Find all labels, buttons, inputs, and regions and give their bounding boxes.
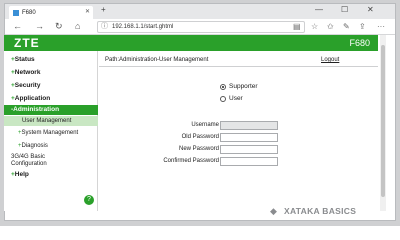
scrollbar-thumb[interactable] <box>381 45 385 197</box>
supporter-radio-label: Supporter <box>229 83 258 90</box>
tab-title: F680 <box>22 9 36 16</box>
new-password-field[interactable] <box>220 145 278 154</box>
minimize-icon[interactable]: — <box>315 5 323 14</box>
refresh-icon[interactable]: ↻ <box>55 21 63 32</box>
old-password-label: Old Password <box>181 134 219 140</box>
sidebar-subitem-label: Diagnosis <box>21 143 48 149</box>
sidebar-item-label: Status <box>14 56 35 63</box>
screenshot-frame: F680 ✕ + — ☐ ✕ ← → ↻ ⌂ ⓘ 192.168.1.1/sta… <box>0 0 400 226</box>
sidebar-item-network[interactable]: +Network <box>4 69 98 76</box>
breadcrumb: Path:Administration-User Management <box>105 57 209 63</box>
sidebar-subitem-system-management[interactable]: +System Management <box>4 130 98 136</box>
sidebar-item-status[interactable]: +Status <box>4 56 98 63</box>
more-icon[interactable]: ··· <box>377 22 385 31</box>
sidebar-item-label: Administration <box>13 106 60 113</box>
tab-favicon-icon <box>13 9 19 16</box>
sidebar-subitem-user-management[interactable]: User Management <box>4 116 98 126</box>
divider <box>99 66 378 67</box>
watermark: XATAKA BASICS <box>284 206 357 216</box>
sidebar-item-label: Application <box>14 95 51 102</box>
favorites-icon[interactable]: ✩ <box>327 22 334 31</box>
sidebar-item-application[interactable]: +Application <box>4 95 98 102</box>
sidebar-subitem-configuration[interactable]: Configuration <box>4 161 98 167</box>
username-field <box>220 121 278 130</box>
navigation-bar: ← → ↻ ⌂ ⓘ 192.168.1.1/start.ghtml ▤ ☆ ✩ … <box>5 19 395 35</box>
share-icon[interactable]: ⇪ <box>359 22 366 31</box>
back-icon[interactable]: ← <box>13 21 22 31</box>
sidebar-item-label: Security <box>14 82 41 89</box>
forward-icon[interactable]: → <box>35 21 44 31</box>
sidebar-subitem-3g4g-basic[interactable]: 3G/4G Basic <box>4 154 98 160</box>
model-name: F680 <box>349 38 370 48</box>
sidebar-subitem-label: User Management <box>22 118 72 124</box>
user-radio-label: User <box>229 95 243 102</box>
url-text: 192.168.1.1/start.ghtml <box>112 24 174 30</box>
vertical-scrollbar[interactable] <box>380 35 386 211</box>
address-bar[interactable]: ⓘ 192.168.1.1/start.ghtml <box>97 21 305 33</box>
notes-icon[interactable]: ✎ <box>343 22 350 31</box>
new-password-label: New Password <box>178 146 219 152</box>
sidebar-subitem-label: 3G/4G Basic <box>11 154 46 160</box>
sidebar-subitem-diagnosis[interactable]: +Diagnosis <box>4 143 98 149</box>
user-radio[interactable] <box>220 96 226 102</box>
help-icon[interactable]: ? <box>84 195 94 205</box>
confirm-password-label: Confirmed Password <box>163 158 219 164</box>
home-icon[interactable]: ⌂ <box>75 21 80 31</box>
new-tab-icon[interactable]: + <box>101 5 106 14</box>
sidebar-subitem-label: Configuration <box>11 161 47 167</box>
xataka-logo-icon: ◆ <box>270 206 277 216</box>
tab-bar: F680 ✕ + — ☐ ✕ <box>5 4 395 19</box>
sidebar-item-administration[interactable]: -Administration <box>4 105 98 115</box>
username-label: Username <box>191 122 219 128</box>
router-header: ZTE F680 <box>4 35 378 51</box>
sidebar-item-label: Network <box>14 69 41 76</box>
maximize-icon[interactable]: ☐ <box>341 5 348 14</box>
favorite-star-icon[interactable]: ☆ <box>311 22 318 31</box>
reading-view-icon[interactable]: ▤ <box>293 22 301 31</box>
old-password-field[interactable] <box>220 133 278 142</box>
sidebar-subitem-label: System Management <box>21 130 79 136</box>
sidebar-item-label: Help <box>14 171 29 178</box>
supporter-radio[interactable] <box>220 84 226 90</box>
sidebar-item-security[interactable]: +Security <box>4 82 98 89</box>
info-icon[interactable]: ⓘ <box>101 22 108 32</box>
tab-close-icon[interactable]: ✕ <box>85 8 90 15</box>
sidebar-menu: +Status +Network +Security +Application … <box>4 51 98 211</box>
window-close-icon[interactable]: ✕ <box>367 5 374 14</box>
main-panel: Path:Administration-User Management Logo… <box>99 51 378 211</box>
confirm-password-field[interactable] <box>220 157 278 166</box>
logout-link[interactable]: Logout <box>321 57 339 63</box>
browser-tab[interactable]: F680 ✕ <box>9 6 93 19</box>
zte-logo: ZTE <box>14 36 40 50</box>
sidebar-item-help[interactable]: +Help <box>4 171 98 178</box>
